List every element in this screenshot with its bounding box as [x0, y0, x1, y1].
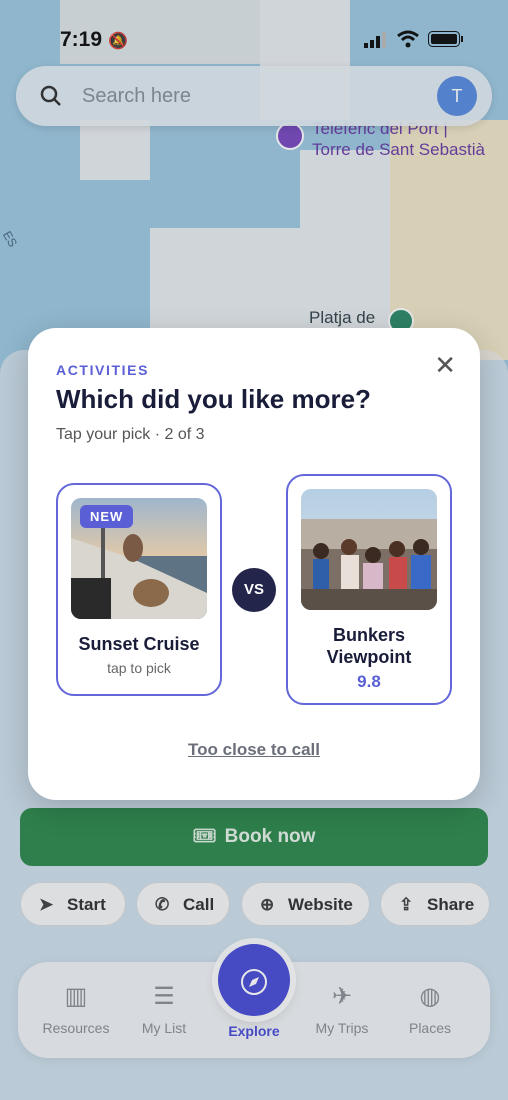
modal-title: Which did you like more? — [56, 384, 371, 414]
bunkers-viewpoint-photo — [301, 489, 437, 610]
option-title: Sunset Cruise — [78, 634, 200, 654]
modal-eyebrow: ACTIVITIES — [56, 362, 150, 378]
comparison-modal: ACTIVITIES ✕ Which did you like more? Ta… — [28, 328, 480, 800]
option-title-line2: Viewpoint — [326, 647, 412, 667]
modal-subtitle: Tap your pick · 2 of 3 — [56, 426, 205, 443]
close-icon[interactable]: ✕ — [434, 350, 456, 381]
option-card-sunset-cruise[interactable]: NEW Sunset Cruise tap to pick — [56, 483, 222, 696]
new-badge: NEW — [80, 505, 134, 528]
option-card-bunkers-viewpoint[interactable]: Bunkers Viewpoint 9.8 — [286, 474, 452, 705]
option-score: 9.8 — [357, 672, 381, 691]
vs-badge: VS — [232, 568, 276, 612]
option-title-line1: Bunkers — [332, 625, 406, 645]
option-hint: tap to pick — [107, 660, 171, 676]
too-close-to-call-link[interactable]: Too close to call — [28, 740, 480, 760]
